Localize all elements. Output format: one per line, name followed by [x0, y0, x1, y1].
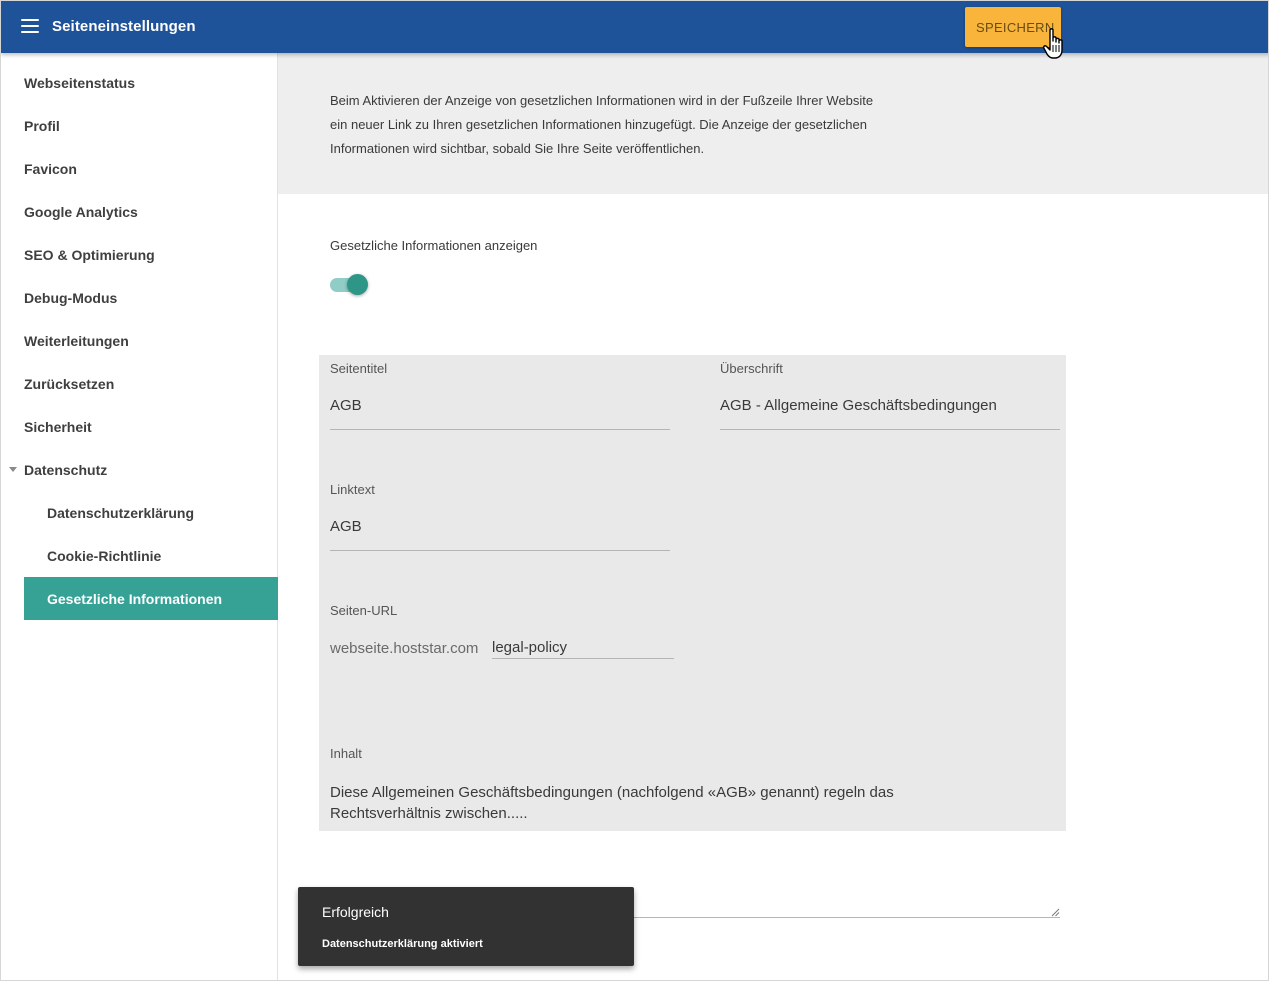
sidebar-subitem-cookie-richtlinie[interactable]: Cookie-Richtlinie — [24, 534, 278, 577]
page-title-input[interactable]: AGB — [330, 397, 362, 414]
sidebar-item-debug-modus[interactable]: Debug-Modus — [24, 276, 278, 319]
sidebar-subitem-datenschutzerklaerung[interactable]: Datenschutzerklärung — [24, 491, 278, 534]
success-snackbar: Erfolgreich Datenschutzerklärung aktivie… — [298, 887, 634, 966]
link-text-underline — [330, 550, 670, 551]
top-app-bar: Seiteneinstellungen SPEICHERN — [1, 1, 1268, 53]
sidebar-item-sicherheit[interactable]: Sicherheit — [24, 405, 278, 448]
textarea-underline — [634, 917, 1060, 918]
sidebar-item-google-analytics[interactable]: Google Analytics — [24, 190, 278, 233]
show-legal-info-toggle[interactable] — [330, 274, 370, 296]
sidebar-item-weiterleitungen[interactable]: Weiterleitungen — [24, 319, 278, 362]
page-url-label: Seiten-URL — [330, 603, 398, 618]
info-text: Beim Aktivieren der Anzeige von gesetzli… — [330, 93, 874, 156]
resize-handle-icon[interactable] — [1050, 907, 1060, 917]
caret-down-icon[interactable] — [9, 467, 17, 472]
sidebar-item-profil[interactable]: Profil — [24, 104, 278, 147]
sidebar-item-webseitenstatus[interactable]: Webseitenstatus — [24, 61, 278, 104]
link-text-input[interactable]: AGB — [330, 518, 362, 535]
page-url-input[interactable]: legal-policy — [492, 639, 567, 656]
show-legal-info-label: Gesetzliche Informationen anzeigen — [330, 238, 538, 253]
heading-label: Überschrift — [720, 361, 783, 376]
sidebar-item-zuruecksetzen[interactable]: Zurücksetzen — [24, 362, 278, 405]
content-text[interactable]: Diese Allgemeinen Geschäftsbedingungen (… — [330, 782, 1050, 824]
content-label: Inhalt — [330, 746, 362, 761]
page-title-underline — [330, 429, 670, 430]
hamburger-menu-icon[interactable] — [21, 19, 39, 33]
sidebar-item-favicon[interactable]: Favicon — [24, 147, 278, 190]
sidebar-item-datenschutz[interactable]: Datenschutz — [24, 448, 278, 491]
sidebar-subitem-gesetzliche-informationen[interactable]: Gesetzliche Informationen — [24, 577, 278, 620]
info-panel: Beim Aktivieren der Anzeige von gesetzli… — [278, 53, 1268, 194]
hand-pointer-cursor-icon — [1042, 28, 1063, 59]
toggle-knob — [347, 274, 368, 295]
app-window: Seiteneinstellungen SPEICHERN Webseitens… — [0, 0, 1269, 981]
page-title: Seiteneinstellungen — [52, 18, 196, 35]
snackbar-title: Erfolgreich — [322, 904, 389, 920]
heading-input[interactable]: AGB - Allgemeine Geschäftsbedingungen — [720, 397, 997, 414]
page-title-label: Seitentitel — [330, 361, 388, 376]
page-url-underline — [492, 658, 674, 659]
legal-info-form: Seitentitel AGB Überschrift AGB - Allgem… — [319, 355, 1066, 831]
sidebar-item-seo[interactable]: SEO & Optimierung — [24, 233, 278, 276]
link-text-label: Linktext — [330, 482, 375, 497]
snackbar-message: Datenschutzerklärung aktiviert — [322, 938, 483, 950]
heading-underline — [720, 429, 1060, 430]
page-url-prefix: webseite.hoststar.com — [330, 640, 479, 657]
